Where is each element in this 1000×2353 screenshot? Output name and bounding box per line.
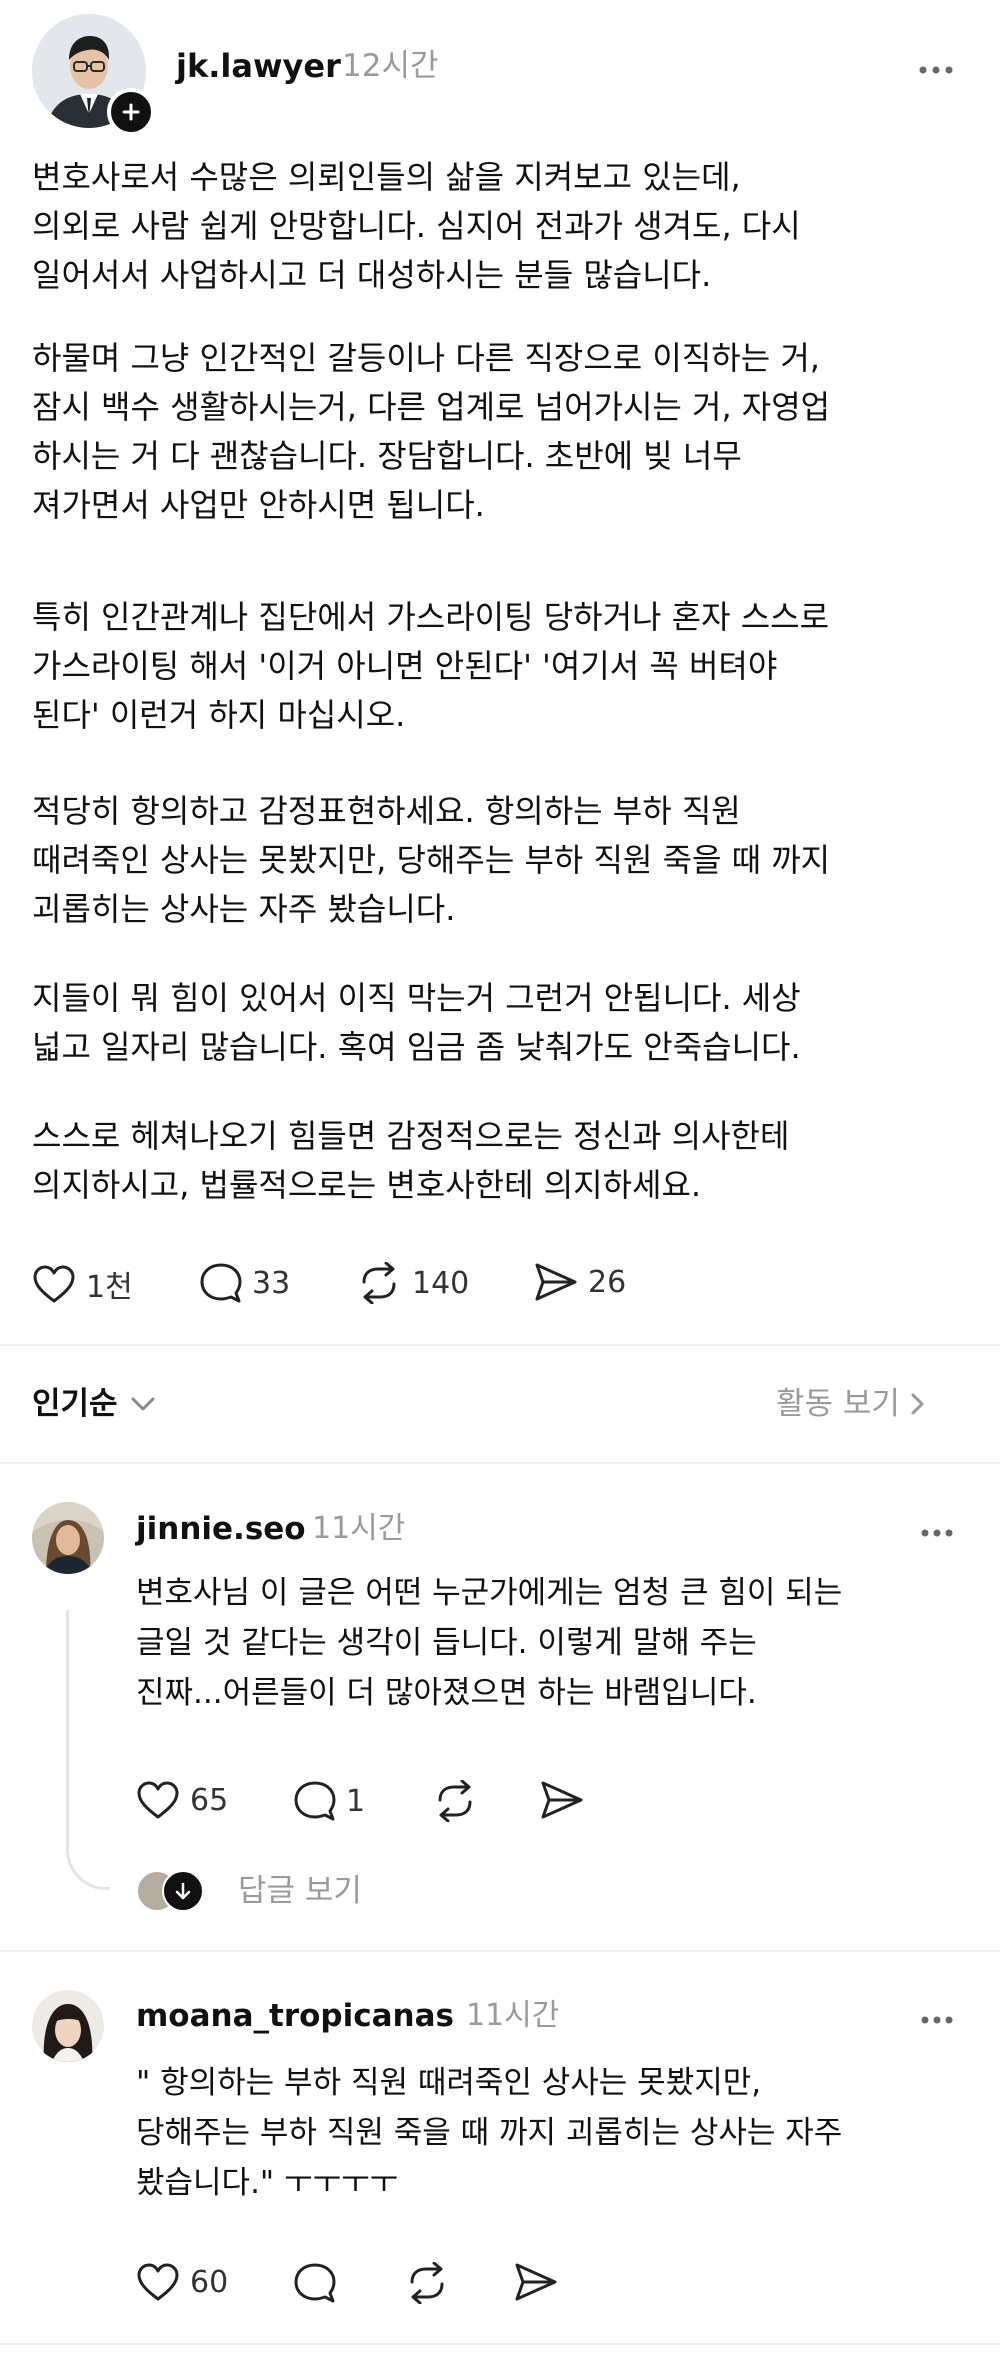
more-dots-icon[interactable] — [920, 2010, 954, 2029]
send-icon — [541, 1781, 583, 1819]
view-activity-label: 활동 보기 — [776, 1386, 900, 1422]
sort-label: 인기순 — [32, 1386, 118, 1422]
view-activity-link[interactable]: 활동 보기 — [776, 1384, 926, 1424]
share-button[interactable] — [514, 2262, 558, 2302]
chevron-down-icon — [131, 1397, 155, 1411]
divider — [0, 1344, 1000, 1346]
like-button[interactable]: 1천 — [32, 1262, 133, 1306]
comment-button[interactable] — [294, 2262, 336, 2304]
post-paragraph-3: 특히 인간관계나 집단에서 가스라이팅 당하거나 혼자 스스로 가스라이팅 해서… — [32, 598, 830, 734]
like-count: 1천 — [86, 1270, 133, 1305]
divider — [0, 2343, 1000, 2345]
sort-dropdown[interactable]: 인기순 — [32, 1384, 156, 1424]
share-count: 26 — [588, 1264, 627, 1300]
more-dots-icon[interactable] — [920, 1523, 954, 1542]
like-button[interactable]: 60 — [136, 2262, 228, 2302]
repost-icon — [362, 1262, 396, 1304]
more-dots-icon[interactable] — [918, 60, 954, 79]
comment-bubble-icon — [294, 2263, 336, 2303]
comment-bubble-icon — [200, 1263, 242, 1303]
follow-plus-icon[interactable] — [107, 88, 155, 136]
repost-icon — [410, 2262, 444, 2304]
reply-text: " 항의하는 부하 직원 때려죽인 상사는 못봤지만, 당해주는 부하 직원 죽… — [136, 2065, 843, 2201]
chevron-right-icon — [911, 1393, 924, 1415]
comment-button[interactable]: 33 — [200, 1262, 290, 1304]
author-username[interactable]: jk.lawyer — [176, 46, 341, 86]
send-icon — [515, 2263, 557, 2301]
post-paragraph-1: 변호사로서 수많은 의뢰인들의 삶을 지켜보고 있는데, 의외로 사람 쉽게 안… — [32, 158, 801, 294]
post-paragraph-5: 지들이 뭐 힘이 있어서 이직 막는거 그런거 안됩니다. 세상 넓고 일자리 … — [32, 979, 801, 1066]
reply-avatar-image — [32, 1502, 104, 1574]
post-paragraph-6: 스스로 헤쳐나오기 힘들면 감정적으로는 정신과 의사한테 의지하시고, 법률적… — [32, 1117, 790, 1204]
reply-username[interactable]: jinnie.seo — [136, 1509, 306, 1549]
repost-button[interactable] — [404, 2262, 450, 2304]
heart-icon — [137, 1781, 179, 1819]
view-replies-label: 답글 보기 — [238, 1873, 362, 1909]
repost-button[interactable] — [432, 1780, 478, 1822]
reply-avatar-image — [32, 1990, 104, 2062]
post-timestamp: 12시간 — [342, 48, 439, 84]
like-count: 65 — [190, 1782, 229, 1818]
reply-avatar[interactable] — [32, 1502, 104, 1574]
send-icon — [535, 1263, 577, 1301]
repost-button[interactable]: 140 — [356, 1262, 469, 1304]
divider — [0, 1950, 1000, 1952]
reply-text: 변호사님 이 글은 어떤 누군가에게는 엄청 큰 힘이 되는 글일 것 같다는 … — [136, 1575, 843, 1711]
divider — [0, 1462, 1000, 1464]
reply-thread-line — [66, 1610, 110, 1890]
post-paragraph-4: 적당히 항의하고 감정표현하세요. 항의하는 부하 직원 때려죽인 상사는 못봤… — [32, 792, 831, 928]
repost-icon — [438, 1780, 472, 1822]
heart-icon — [33, 1265, 75, 1303]
reply-timestamp: 11시간 — [466, 1998, 560, 2033]
heart-icon — [137, 2263, 179, 2301]
like-count: 60 — [190, 2264, 229, 2300]
comment-count: 1 — [346, 1783, 366, 1819]
reply-username[interactable]: moana_tropicanas — [136, 1996, 454, 2036]
view-replies-button[interactable]: 답글 보기 — [136, 1870, 362, 1912]
comment-button[interactable]: 1 — [294, 1780, 365, 1822]
like-button[interactable]: 65 — [136, 1780, 228, 1820]
post-paragraph-2: 하물며 그냥 인간적인 갈등이나 다른 직장으로 이직하는 거, 잠시 백수 생… — [32, 339, 831, 524]
arrow-down-icon — [162, 1870, 204, 1912]
reply-timestamp: 11시간 — [312, 1511, 406, 1546]
comment-bubble-icon — [294, 1781, 336, 1821]
reply-avatar[interactable] — [32, 1990, 104, 2062]
share-button[interactable] — [540, 1780, 584, 1820]
share-button[interactable]: 26 — [534, 1262, 626, 1302]
repost-count: 140 — [412, 1265, 470, 1301]
comment-count: 33 — [252, 1265, 291, 1301]
